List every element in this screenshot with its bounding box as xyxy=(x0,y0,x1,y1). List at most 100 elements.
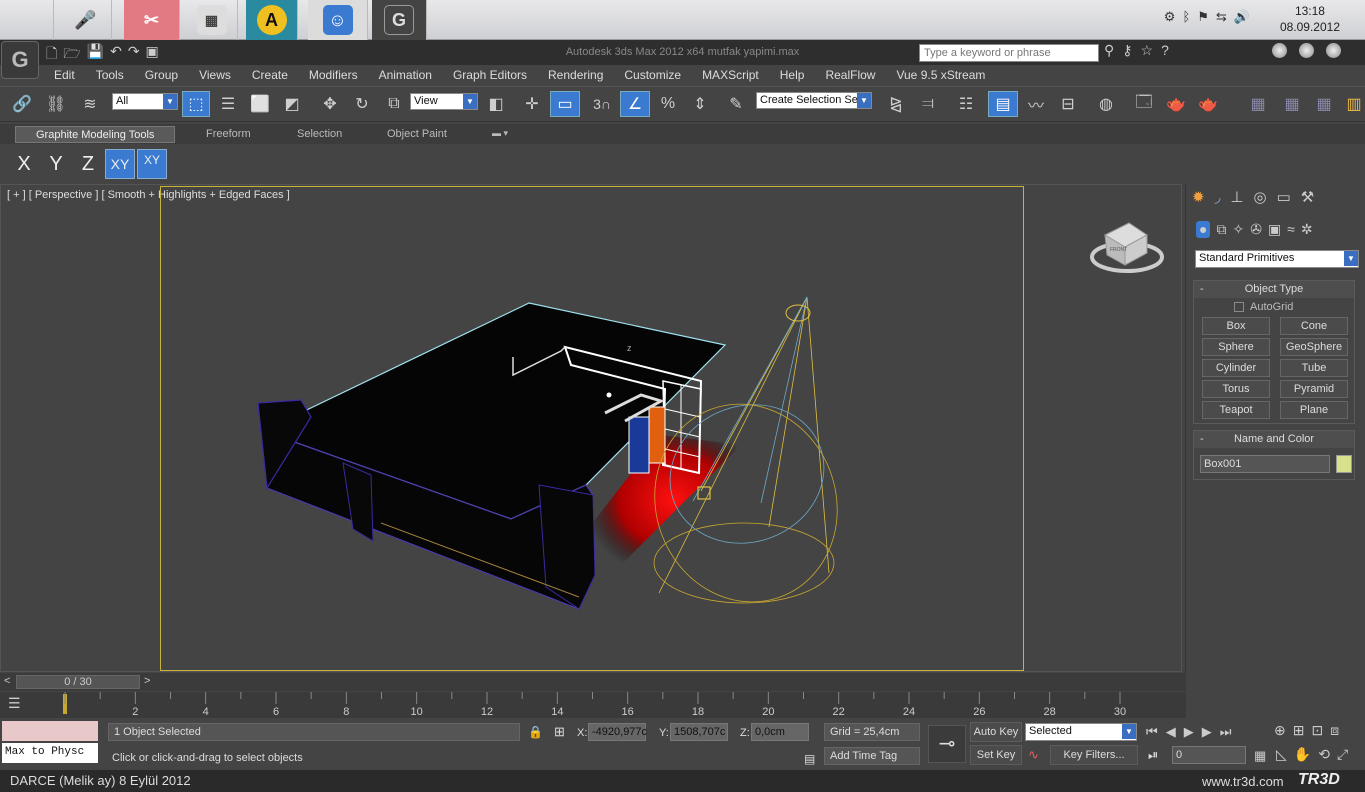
schematic-view-icon[interactable]: ⊟ xyxy=(1054,91,1082,117)
menu-create[interactable]: Create xyxy=(252,66,288,84)
autogrid-option[interactable]: AutoGrid xyxy=(1234,301,1293,313)
helpers-icon[interactable]: ▣ xyxy=(1268,221,1281,238)
key-mode-dropdown[interactable]: Selected ▼ xyxy=(1025,723,1137,741)
align-icon[interactable]: ⫤ xyxy=(914,91,942,117)
default-tangents-icon[interactable]: ∿ xyxy=(1028,747,1039,763)
perspective-viewport[interactable]: [ + ] [ Perspective ] [ Smooth + Highlig… xyxy=(0,184,1182,672)
plugin-bin-icon[interactable]: ▥ xyxy=(1344,91,1364,117)
search-input[interactable]: Type a keyword or phrase xyxy=(919,44,1099,62)
zoom-all-icon[interactable]: ⊞ xyxy=(1293,722,1305,739)
object-name-input[interactable]: Box001 xyxy=(1200,455,1330,473)
set-key-button[interactable]: Set Key xyxy=(970,745,1022,765)
add-time-tag-button[interactable]: Add Time Tag xyxy=(824,747,920,765)
absolute-mode-icon[interactable]: ⊞ xyxy=(554,724,565,740)
utilities-tab-icon[interactable]: ⚒ xyxy=(1301,188,1314,206)
cylinder-button[interactable]: Cylinder xyxy=(1202,359,1270,377)
archicad-app-icon[interactable]: A xyxy=(246,0,298,40)
system-clock[interactable]: 13:18 08.09.2012 xyxy=(1280,3,1340,35)
display-tab-icon[interactable]: ▭ xyxy=(1277,188,1291,206)
time-slider[interactable]: 0 / 30 xyxy=(16,675,140,689)
object-color-swatch[interactable] xyxy=(1336,455,1352,473)
network-icon[interactable]: ⚙ xyxy=(1164,9,1176,25)
microphone-app-icon[interactable]: 🎤 xyxy=(60,0,112,40)
axis-xy-cycle-button[interactable]: XY xyxy=(137,149,167,179)
x-coordinate-field[interactable]: -4920,977c xyxy=(588,723,647,741)
undo-icon[interactable]: ↶ xyxy=(110,43,122,67)
axis-y-button[interactable]: Y xyxy=(41,149,71,179)
material-editor-icon[interactable]: ◍ xyxy=(1092,91,1120,117)
redo-icon[interactable]: ↷ xyxy=(128,43,140,67)
help-icon[interactable]: ? xyxy=(1161,42,1169,59)
curve-editor-icon[interactable]: 〰 xyxy=(1022,91,1050,117)
menu-modifiers[interactable]: Modifiers xyxy=(309,66,358,84)
zoom-icon[interactable]: ⊕ xyxy=(1274,722,1286,739)
calculator-app-icon[interactable]: ▦ xyxy=(186,0,238,40)
key-filters-button[interactable]: Key Filters... xyxy=(1050,745,1138,765)
zoom-extents-all-icon[interactable]: ⧈ xyxy=(1330,722,1339,739)
current-frame-field[interactable]: 0 xyxy=(1172,746,1246,764)
rendered-frame-icon[interactable]: 🫖 xyxy=(1162,91,1190,117)
track-bar[interactable]: ☰ 2 4 6 8 10 12 14 16 18 20 22 24 26 28 30 xyxy=(0,692,1186,718)
binoculars-icon[interactable]: ⚲ xyxy=(1104,42,1114,59)
close-icon[interactable] xyxy=(1326,43,1341,58)
pivot-center-icon[interactable]: ◧ xyxy=(482,91,510,117)
connection-icon[interactable]: ⇆ xyxy=(1216,9,1227,25)
percent-snap-icon[interactable]: % xyxy=(654,91,682,117)
layer-manager-icon[interactable]: ☷ xyxy=(952,91,980,117)
torus-button[interactable]: Torus xyxy=(1202,380,1270,398)
minimize-icon[interactable] xyxy=(1272,43,1287,58)
maxscript-mini-listener-pink[interactable] xyxy=(2,721,98,741)
time-tag-icon[interactable]: ▤ xyxy=(804,752,815,766)
tab-graphite-modeling-tools[interactable]: Graphite Modeling Tools xyxy=(15,126,176,143)
menu-rendering[interactable]: Rendering xyxy=(548,66,603,84)
rectangular-selection-icon[interactable]: ⬜ xyxy=(246,91,274,117)
menu-animation[interactable]: Animation xyxy=(379,66,432,84)
cameras-icon[interactable]: ✇ xyxy=(1250,221,1262,238)
menu-realflow[interactable]: RealFlow xyxy=(825,66,875,84)
plugin-sd2-icon[interactable]: ▦ xyxy=(1278,91,1306,117)
unlink-icon[interactable]: ⛓ xyxy=(42,91,70,117)
scale-icon[interactable]: ⧉ xyxy=(380,91,408,117)
rotate-icon[interactable]: ↻ xyxy=(348,91,376,117)
next-frame-icon[interactable]: > xyxy=(144,675,150,687)
key-mode-toggle-icon[interactable]: ⏯ xyxy=(1148,747,1158,763)
scissors-app-icon[interactable]: ✂ xyxy=(124,0,180,40)
link-icon[interactable]: 🔗 xyxy=(8,91,36,117)
auto-key-button[interactable]: Auto Key xyxy=(970,722,1022,742)
menu-graph-editors[interactable]: Graph Editors xyxy=(453,66,527,84)
prev-frame-icon[interactable]: < xyxy=(4,675,10,687)
time-configuration-icon[interactable]: ▦ xyxy=(1254,748,1266,764)
next-key-icon[interactable]: ▶ xyxy=(1202,724,1212,740)
set-key-icon[interactable]: ⊸ xyxy=(928,725,966,763)
angle-snap-icon[interactable]: ∠ xyxy=(620,91,650,117)
primitive-category-dropdown[interactable]: Standard Primitives ▼ xyxy=(1195,250,1359,268)
z-coordinate-field[interactable]: 0,0cm xyxy=(751,723,809,741)
object-type-header[interactable]: - Object Type xyxy=(1194,281,1354,298)
window-crossing-icon[interactable]: ◩ xyxy=(278,91,306,117)
menu-group[interactable]: Group xyxy=(145,66,178,84)
project-folder-icon[interactable]: ▣ xyxy=(146,43,159,67)
tab-object-paint[interactable]: Object Paint xyxy=(387,126,447,143)
sphere-button[interactable]: Sphere xyxy=(1202,338,1270,356)
goto-start-icon[interactable]: ⏮ xyxy=(1146,724,1158,740)
plugin-sd3-icon[interactable]: ▦ xyxy=(1310,91,1338,117)
viewcube[interactable]: FRONT xyxy=(1090,222,1164,273)
menu-help[interactable]: Help xyxy=(780,66,805,84)
bind-spacewarp-icon[interactable]: ≋ xyxy=(76,91,104,117)
menu-vue[interactable]: Vue 9.5 xStream xyxy=(896,66,985,84)
y-coordinate-field[interactable]: 1508,707c xyxy=(670,723,728,741)
volume-icon[interactable]: 🔊 xyxy=(1234,9,1250,25)
menu-views[interactable]: Views xyxy=(199,66,231,84)
maxscript-mini-listener[interactable]: Max to Physc xyxy=(2,743,98,763)
select-object-icon[interactable]: ⬚ xyxy=(182,91,210,117)
edit-named-selection-icon[interactable]: ✎ xyxy=(722,91,750,117)
new-file-icon[interactable]: 🗋 xyxy=(46,43,57,67)
tube-button[interactable]: Tube xyxy=(1280,359,1348,377)
spinner-snap-icon[interactable]: ⇕ xyxy=(686,91,714,117)
box-button[interactable]: Box xyxy=(1202,317,1270,335)
menu-tools[interactable]: Tools xyxy=(96,66,124,84)
flag-icon[interactable]: ⚑ xyxy=(1197,9,1209,25)
selection-lock-icon[interactable]: 🔒 xyxy=(528,725,543,739)
finder-app-icon[interactable]: ☺ xyxy=(308,0,368,40)
ribbon-options-icon[interactable]: ▬ ▾ xyxy=(492,126,508,143)
